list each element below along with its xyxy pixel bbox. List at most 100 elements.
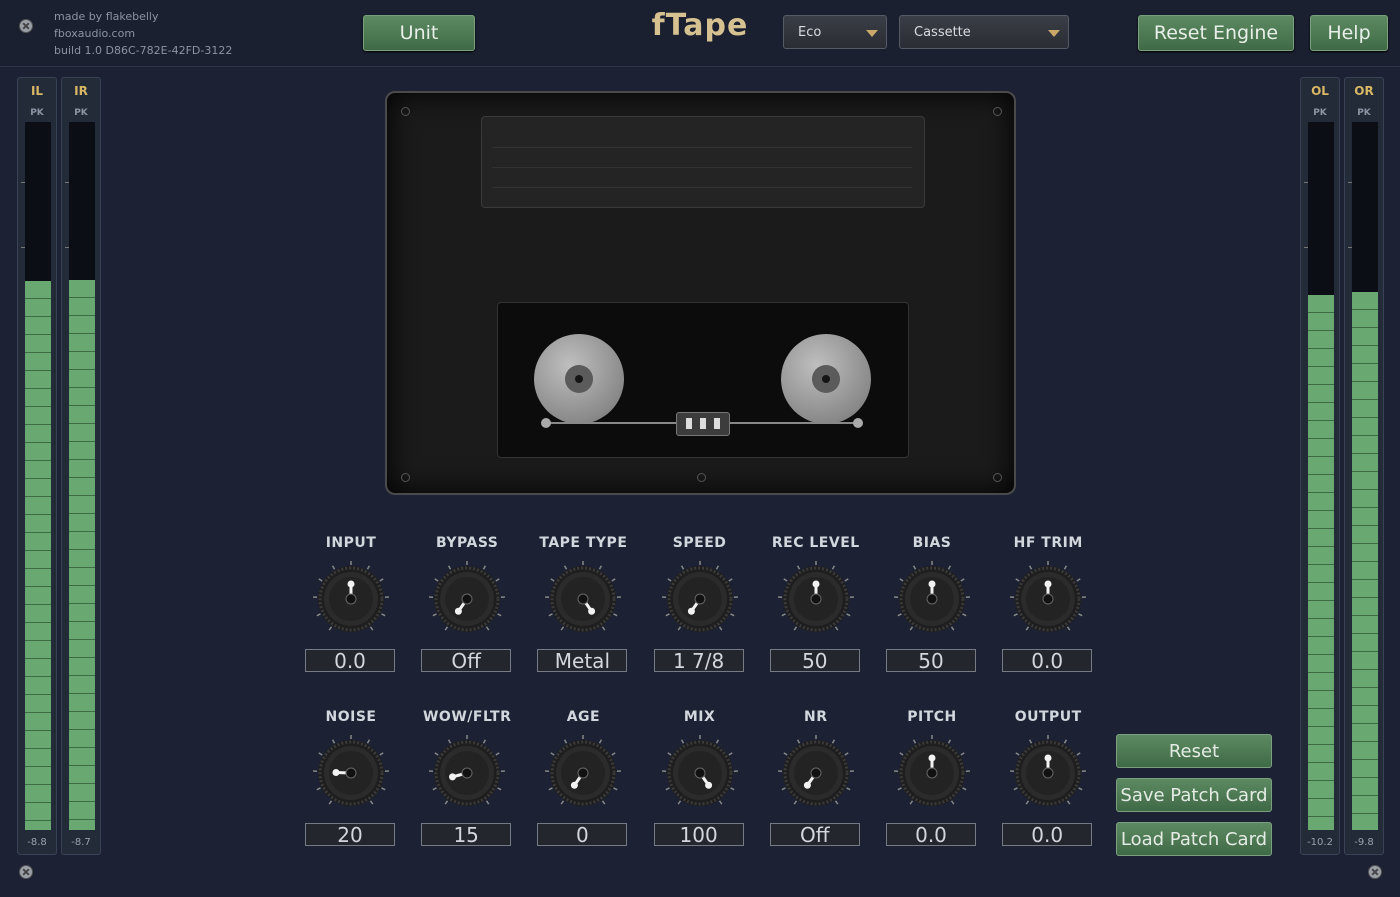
mode-dropdown[interactable]: Eco [783,15,887,49]
deck-window [481,116,925,208]
knob-age[interactable]: AGE 0 [528,709,638,859]
knob-value-field[interactable]: 50 [886,649,976,672]
type-dropdown[interactable]: Cassette [899,15,1069,49]
meter-label: OR [1354,84,1374,98]
rotary-knob-icon[interactable] [776,557,856,641]
mode-dropdown-value: Eco [798,24,822,40]
rotary-knob-icon[interactable] [543,557,623,641]
meter-label: IL [30,84,44,98]
knob-label: NR [804,709,828,725]
meter-label: IR [74,84,88,98]
tape-head-icon [676,412,730,436]
meter-level-bar [25,281,51,830]
knob-value-field[interactable]: 50 [769,649,860,672]
meter-peak-value[interactable]: -8.8 [18,837,56,848]
knob-value-field[interactable]: 100 [653,823,744,846]
save-patch-card-button[interactable]: Save Patch Card [1116,778,1272,812]
type-dropdown-value: Cassette [914,24,971,40]
knob-output[interactable]: OUTPUT 0.0 [993,709,1103,859]
app-title: fTape [651,8,749,43]
knob-value-field[interactable]: 0 [537,823,628,846]
knob-value-field[interactable]: 1 7/8 [653,649,744,672]
knob-value-field[interactable]: 20 [305,823,395,846]
meter-peak-value[interactable]: -10.2 [1301,837,1339,848]
meter-input-right: IR PK -8.7 [61,77,101,855]
knob-speed[interactable]: SPEED 1 7/8 [645,535,755,685]
screw-icon [401,107,410,116]
screw-icon [1368,865,1382,879]
knob-noise[interactable]: NOISE 20 [296,709,406,859]
rotary-knob-icon[interactable] [427,557,507,641]
knob-pitch[interactable]: PITCH 0.0 [877,709,987,859]
knob-label: WOW/FLTR [422,709,512,725]
knob-input[interactable]: INPUT 0.0 [296,535,406,685]
knob-value-field[interactable]: 0.0 [886,823,976,846]
rotary-knob-icon[interactable] [543,731,623,815]
meter-output-right: OR PK -9.8 [1344,77,1384,855]
knob-value-field[interactable]: Off [769,823,860,846]
meter-input-left: IL PK -8.8 [17,77,57,855]
reel-left-icon [534,334,624,424]
meter-level-bar [1308,295,1334,830]
peak-label: PK [74,108,88,118]
knob-wow-fltr[interactable]: WOW/FLTR 15 [412,709,522,859]
meter-track [1348,122,1378,830]
peak-label: PK [1313,108,1327,118]
screw-icon [401,473,410,482]
knob-label: INPUT [325,535,377,551]
knob-value-field[interactable]: 0.0 [1002,649,1093,672]
load-patch-card-button[interactable]: Load Patch Card [1116,822,1272,856]
rotary-knob-icon[interactable] [776,731,856,815]
help-button[interactable]: Help [1310,15,1388,51]
knob-bias[interactable]: BIAS 50 [877,535,987,685]
credits: made by flakebelly fboxaudio.com build 1… [54,8,232,59]
knob-mix[interactable]: MIX 100 [645,709,755,859]
knob-bypass[interactable]: BYPASS Off [412,535,522,685]
top-bar: made by flakebelly fboxaudio.com build 1… [0,0,1400,67]
cassette-body [497,302,909,458]
rotary-knob-icon[interactable] [892,557,972,641]
rotary-knob-icon[interactable] [311,731,391,815]
knob-tape-type[interactable]: TAPE TYPE Metal [528,535,638,685]
knob-value-field[interactable]: Metal [537,649,628,672]
rotary-knob-icon[interactable] [660,731,740,815]
knob-label: MIX [683,709,716,725]
rotary-knob-icon[interactable] [311,557,391,641]
peak-label: PK [1357,108,1371,118]
reset-engine-button[interactable]: Reset Engine [1138,15,1294,51]
rotary-knob-icon[interactable] [427,731,507,815]
knob-nr[interactable]: NR Off [761,709,871,859]
meter-level-bar [69,279,95,830]
rotary-knob-icon[interactable] [1008,557,1088,641]
credit-website: fboxaudio.com [54,27,136,40]
chevron-down-icon [866,30,878,37]
knob-rec-level[interactable]: REC LEVEL 50 [761,535,871,685]
reset-button[interactable]: Reset [1116,734,1272,768]
knob-label: AGE [566,709,601,725]
close-screw-icon[interactable] [19,19,33,33]
tape-deck-display [385,91,1016,495]
meter-peak-value[interactable]: -8.7 [62,837,100,848]
knob-label: HF TRIM [1013,535,1083,551]
tape-guide-icon [541,418,551,428]
knob-value-field[interactable]: Off [421,649,512,672]
screw-icon [19,865,33,879]
meter-peak-value[interactable]: -9.8 [1345,837,1383,848]
meter-track [21,122,51,830]
knob-label: PITCH [907,709,957,725]
rotary-knob-icon[interactable] [660,557,740,641]
rotary-knob-icon[interactable] [892,731,972,815]
knob-value-field[interactable]: 0.0 [1002,823,1093,846]
screw-icon [993,473,1002,482]
reel-right-icon [781,334,871,424]
tape-guide-icon [853,418,863,428]
rotary-knob-icon[interactable] [1008,731,1088,815]
knob-label: BIAS [912,535,952,551]
knob-hf-trim[interactable]: HF TRIM 0.0 [993,535,1103,685]
knob-label: TAPE TYPE [539,535,628,551]
credit-build: build 1.0 D86C-782E-42FD-3122 [54,44,233,57]
knob-value-field[interactable]: 15 [421,823,512,846]
unit-button[interactable]: Unit [363,15,475,51]
meter-track [65,122,95,830]
knob-value-field[interactable]: 0.0 [305,649,395,672]
